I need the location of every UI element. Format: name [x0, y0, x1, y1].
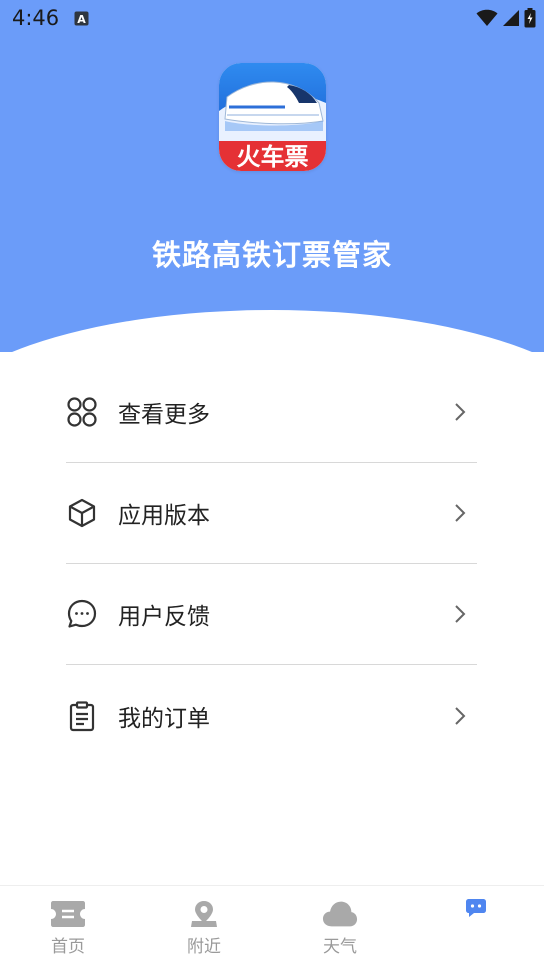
chevron-right-icon [453, 401, 467, 423]
menu-item-label: 应用版本 [118, 503, 210, 529]
header-curve [0, 310, 544, 352]
svg-text:A: A [77, 13, 86, 26]
settings-menu: 查看更多 应用版本 用户反馈 我的订单 [66, 362, 477, 766]
profile-face-icon [465, 898, 487, 922]
bottom-tab-bar: 首页 附近 天气 [0, 885, 544, 968]
tab-nearby[interactable]: 附近 [136, 886, 272, 968]
chat-bubble-icon [66, 598, 98, 630]
logo-text: 火车票 [237, 143, 309, 171]
clipboard-icon [66, 700, 98, 732]
signal-icon [502, 9, 520, 31]
menu-item-label: 我的订单 [118, 705, 210, 732]
location-pin-icon [186, 898, 222, 930]
tab-label: 附近 [187, 937, 221, 957]
tab-label: 首页 [51, 937, 85, 957]
tab-weather[interactable]: 天气 [272, 886, 408, 968]
chevron-right-icon [453, 603, 467, 625]
grid-four-icon [66, 396, 98, 428]
wifi-icon [476, 9, 498, 31]
menu-item-label: 查看更多 [118, 402, 210, 428]
menu-item-my-orders[interactable]: 我的订单 [66, 665, 477, 766]
cloud-icon [322, 898, 358, 930]
status-bar: 4:46 A [0, 0, 544, 40]
a-letter-icon: A [74, 11, 89, 26]
ticket-icon [50, 898, 86, 930]
status-time: 4:46 [12, 6, 60, 30]
tab-label: 天气 [323, 937, 357, 957]
cube-icon [66, 497, 98, 529]
battery-icon [524, 8, 536, 32]
app-logo: 火车票 [219, 63, 326, 171]
menu-item-app-version[interactable]: 应用版本 [66, 463, 477, 564]
tab-profile[interactable] [408, 886, 544, 968]
menu-item-feedback[interactable]: 用户反馈 [66, 564, 477, 665]
chevron-right-icon [453, 502, 467, 524]
chevron-right-icon [453, 705, 467, 727]
menu-item-label: 用户反馈 [118, 604, 210, 630]
menu-item-view-more[interactable]: 查看更多 [66, 362, 477, 463]
tab-home[interactable]: 首页 [0, 886, 136, 968]
header-banner [0, 0, 544, 352]
app-title: 铁路高铁订票管家 [151, 238, 392, 272]
